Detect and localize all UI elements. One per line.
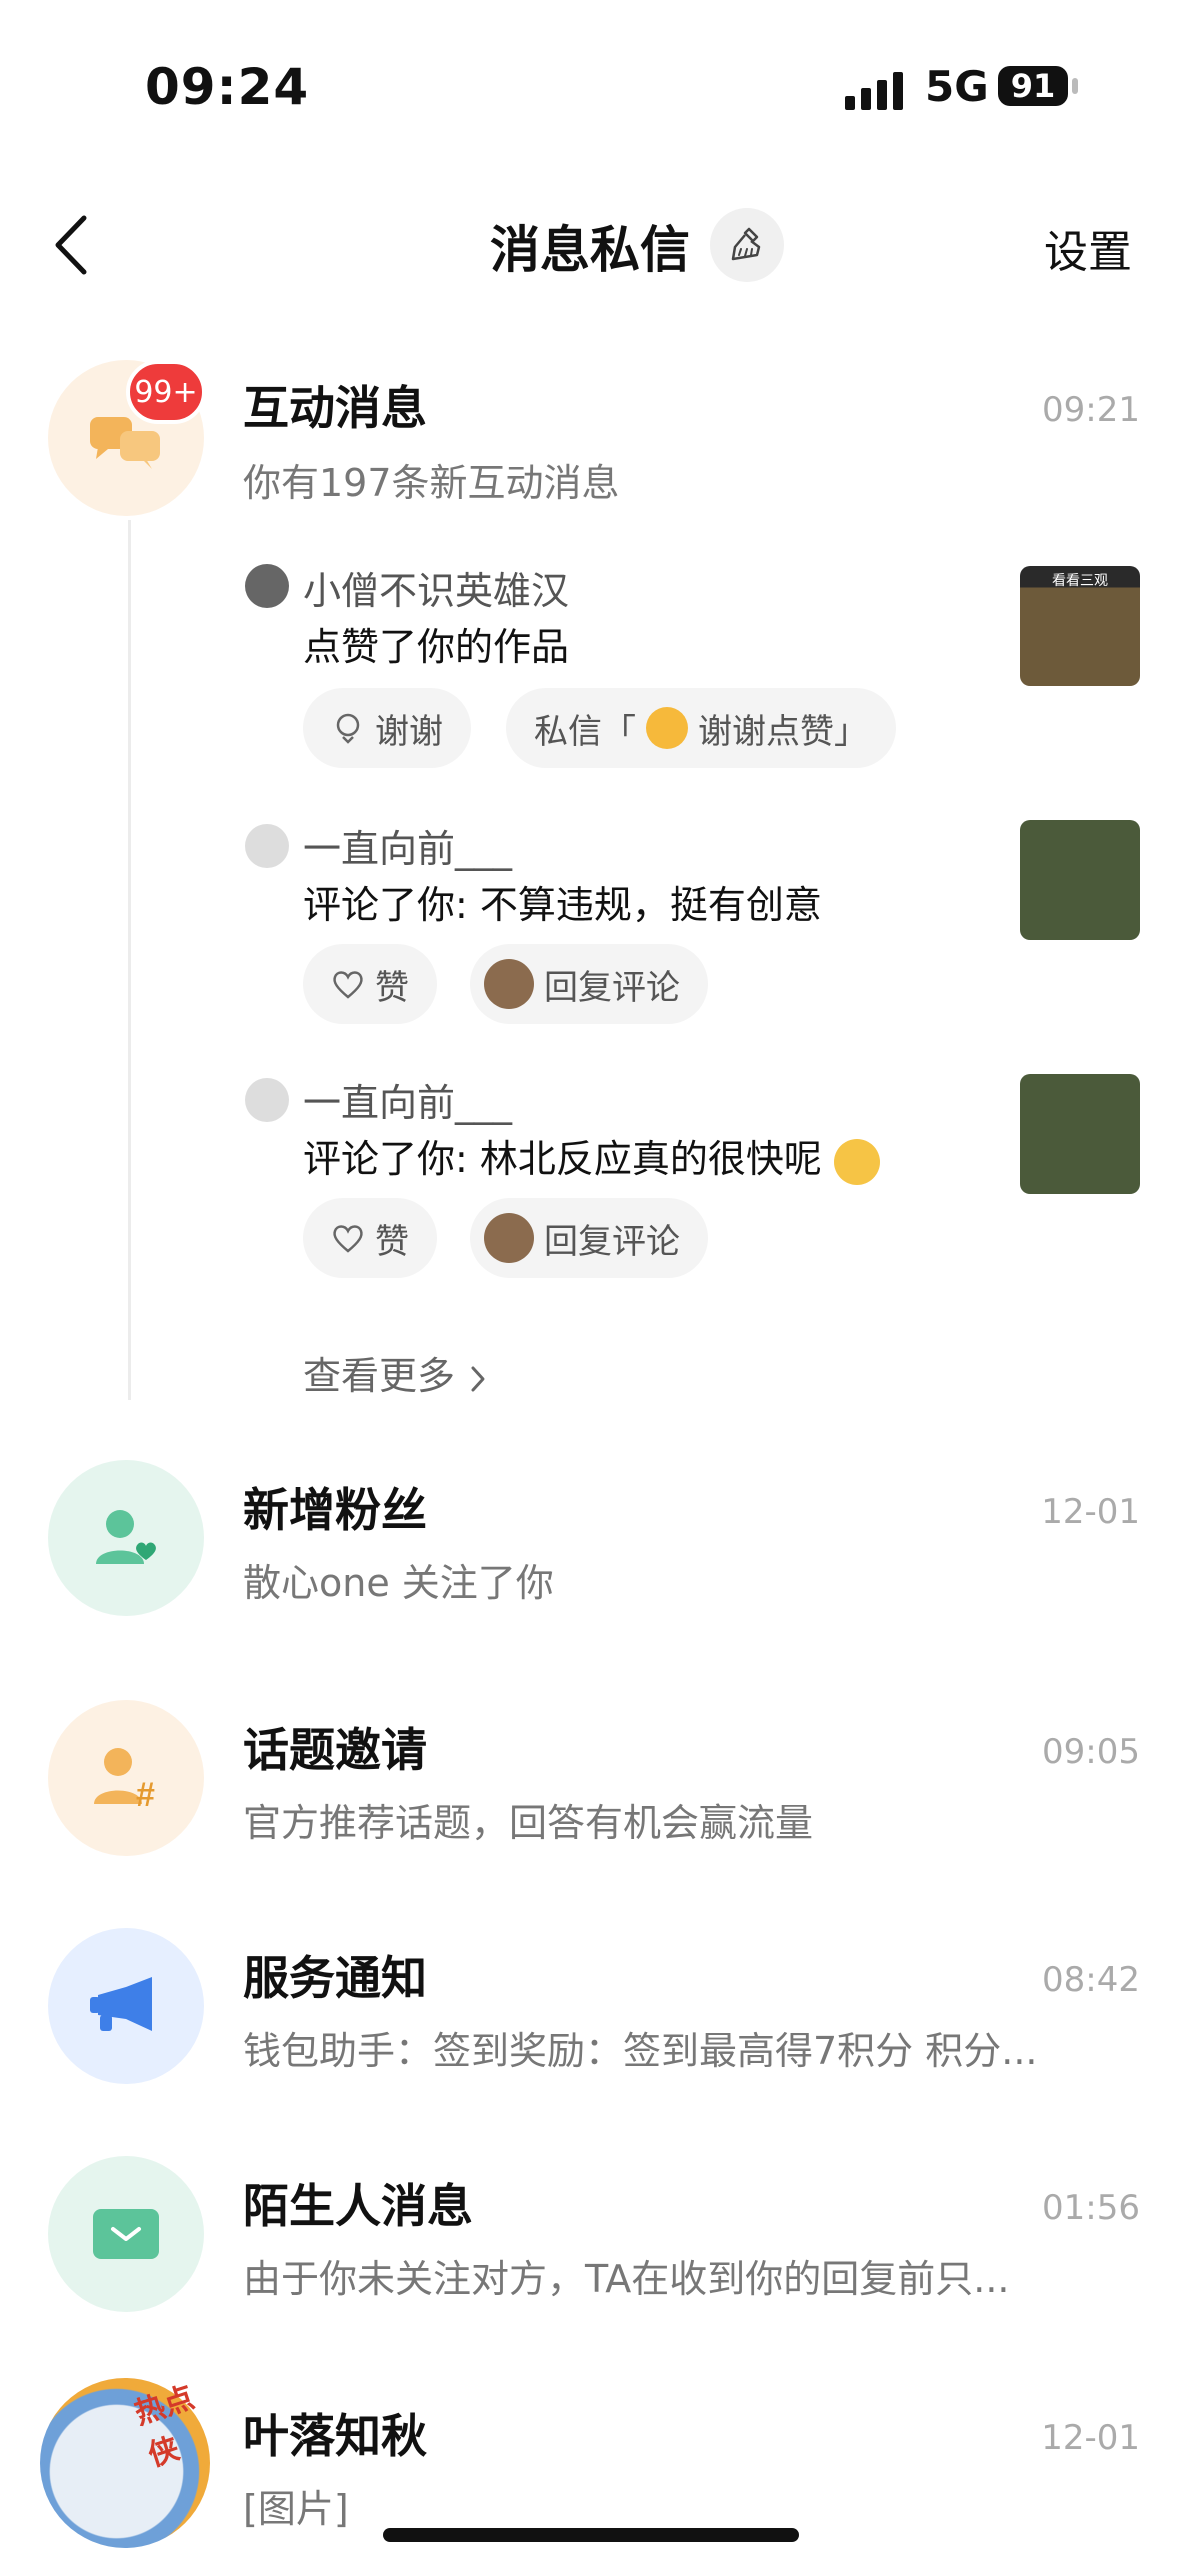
battery-tip [1072, 78, 1078, 94]
service-notice-avatar[interactable] [48, 1928, 204, 2084]
page-title: 消息私信 [490, 221, 690, 279]
svg-text:#: # [136, 1776, 155, 1814]
list-item-time: 12-01 [1041, 2418, 1140, 2458]
list-item-title[interactable]: 叶落知秋 [243, 2400, 427, 2466]
entry-user-name[interactable]: 一直向前___ [303, 818, 512, 873]
emoji-face-icon [646, 707, 688, 749]
reply-label: 回复评论 [544, 1221, 680, 1262]
broom-icon [731, 227, 761, 261]
interaction-subtitle: 你有197条新互动消息 [243, 461, 620, 505]
list-item-time: 08:42 [1042, 1960, 1140, 2000]
entry-action: 评论了你: 不算违规，挺有创意 [303, 883, 822, 927]
user-avatar[interactable] [245, 564, 289, 608]
like-label: 赞 [375, 967, 409, 1008]
list-item-title[interactable]: 新增粉丝 [243, 1474, 427, 1540]
dm-thanks-button[interactable]: 私信「 谢谢点赞」 [506, 688, 896, 768]
reply-comment-button[interactable]: 回复评论 [470, 944, 708, 1024]
entry-user-name[interactable]: 一直向前___ [303, 1072, 512, 1127]
self-avatar [484, 1213, 534, 1263]
post-thumbnail[interactable] [1020, 820, 1140, 940]
see-more-link[interactable]: 查看更多 [303, 1345, 489, 1400]
status-time: 09:24 [145, 58, 310, 116]
thread-line [128, 520, 131, 1400]
thanks-button[interactable]: 谢谢 [303, 688, 471, 768]
list-item-subtitle: [图片] [243, 2487, 349, 2531]
list-item-title[interactable]: 服务通知 [243, 1942, 427, 2008]
envelope-icon [93, 2209, 159, 2259]
entry-user-name[interactable]: 小僧不识英雄汉 [303, 560, 569, 615]
post-thumbnail[interactable]: 看看三观 [1020, 566, 1140, 686]
new-fans-avatar[interactable] [48, 1460, 204, 1616]
list-item-time: 12-01 [1041, 1492, 1140, 1532]
dm-text: 谢谢点赞」 [698, 711, 868, 752]
reply-comment-button[interactable]: 回复评论 [470, 1198, 708, 1278]
like-label: 赞 [375, 1221, 409, 1262]
chevron-right-icon [471, 1366, 485, 1391]
dm-prefix: 私信「 [534, 711, 636, 752]
user-avatar[interactable]: 热点侠 [40, 2378, 210, 2548]
megaphone-icon [90, 1977, 152, 2031]
interaction-title[interactable]: 互动消息 [243, 372, 427, 438]
self-avatar [484, 959, 534, 1009]
thanks-icon [336, 713, 360, 744]
cellular-signal-icon [845, 70, 903, 110]
battery-icon: 91 [998, 66, 1068, 106]
see-more-label: 查看更多 [303, 1354, 456, 1398]
heart-icon [333, 1225, 363, 1253]
list-item-title[interactable]: 话题邀请 [243, 1714, 427, 1780]
reply-label: 回复评论 [544, 967, 680, 1008]
stranger-messages-avatar[interactable] [48, 2156, 204, 2312]
network-type: 5G [925, 62, 989, 111]
panda-avatar[interactable] [245, 1078, 289, 1122]
heart-icon [333, 971, 363, 999]
list-item-subtitle: 由于你未关注对方，TA在收到你的回复前只... [243, 2257, 1010, 2301]
clap-emoji-icon [833, 1138, 880, 1185]
user-heart-icon [96, 1510, 156, 1564]
avatar-tag: 热点侠 [130, 2380, 199, 2474]
post-thumbnail[interactable] [1020, 1074, 1140, 1194]
battery-level: 91 [1010, 67, 1056, 105]
back-button[interactable] [48, 210, 98, 280]
unread-badge: 99+ [126, 360, 206, 424]
list-item-subtitle: 散心one 关注了你 [243, 1561, 554, 1605]
user-hashtag-icon: # [94, 1748, 155, 1814]
list-item-time: 01:56 [1042, 2188, 1140, 2228]
list-item-time: 09:05 [1042, 1732, 1140, 1772]
list-item-title[interactable]: 陌生人消息 [243, 2170, 473, 2236]
chevron-left-icon [55, 215, 87, 275]
entry-action-text: 评论了你: 林北反应真的很快呢 [303, 1137, 822, 1181]
list-item-subtitle: 钱包助手：签到奖励：签到最高得7积分 积分... [243, 2029, 1038, 2073]
like-button[interactable]: 赞 [303, 1198, 437, 1278]
thanks-label: 谢谢 [375, 711, 443, 752]
entry-action: 点赞了你的作品 [303, 625, 570, 669]
thumbnail-caption: 看看三观 [1052, 573, 1108, 589]
entry-action: 评论了你: 林北反应真的很快呢 [303, 1128, 880, 1185]
interaction-time: 09:21 [1042, 390, 1140, 430]
clear-unread-button[interactable] [710, 208, 784, 282]
list-item-subtitle: 官方推荐话题，回答有机会赢流量 [243, 1801, 814, 1845]
panda-avatar[interactable] [245, 824, 289, 868]
topic-invite-avatar[interactable]: # [48, 1700, 204, 1856]
home-indicator[interactable] [383, 2528, 799, 2542]
like-button[interactable]: 赞 [303, 944, 437, 1024]
settings-button[interactable]: 设置 [1044, 216, 1132, 280]
